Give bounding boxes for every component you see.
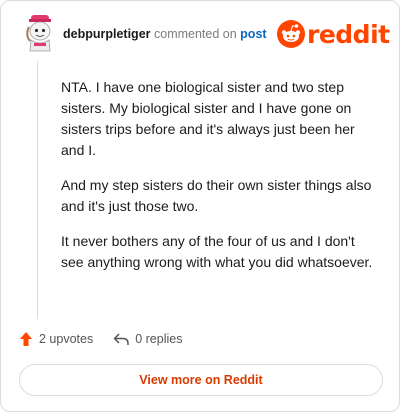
reply-arrow-icon [113, 333, 129, 345]
commented-on-text: commented on [154, 27, 237, 41]
upvote-button[interactable]: 2 upvotes [19, 331, 93, 347]
post-link[interactable]: post [240, 27, 266, 41]
comment-paragraph: And my step sisters do their own sister … [61, 177, 372, 214]
comment-body: NTA. I have one biological sister and tw… [61, 77, 379, 287]
thread-line [37, 61, 38, 319]
upvotes-count: 2 upvotes [39, 332, 94, 346]
reddit-alien-logo-icon [277, 20, 305, 48]
reddit-wordmark: reddit [307, 19, 390, 49]
replies-button[interactable]: 0 replies [113, 332, 182, 346]
comment-paragraph: It never bothers any of the four of us a… [61, 233, 373, 270]
comment-actions: 2 upvotes 0 replies [19, 331, 182, 347]
comment-card: debpurpletiger commented on post reddit … [0, 0, 400, 412]
replies-count: 0 replies [135, 332, 183, 346]
reddit-brand[interactable]: reddit [277, 17, 390, 51]
comment-header: debpurpletiger commented on post [63, 27, 267, 41]
comment-paragraph: NTA. I have one biological sister and tw… [61, 79, 355, 158]
username-link[interactable]: debpurpletiger [63, 27, 151, 41]
upvote-arrow-icon [20, 332, 32, 346]
user-avatar[interactable] [21, 13, 55, 53]
view-more-button[interactable]: View more on Reddit [19, 364, 383, 396]
